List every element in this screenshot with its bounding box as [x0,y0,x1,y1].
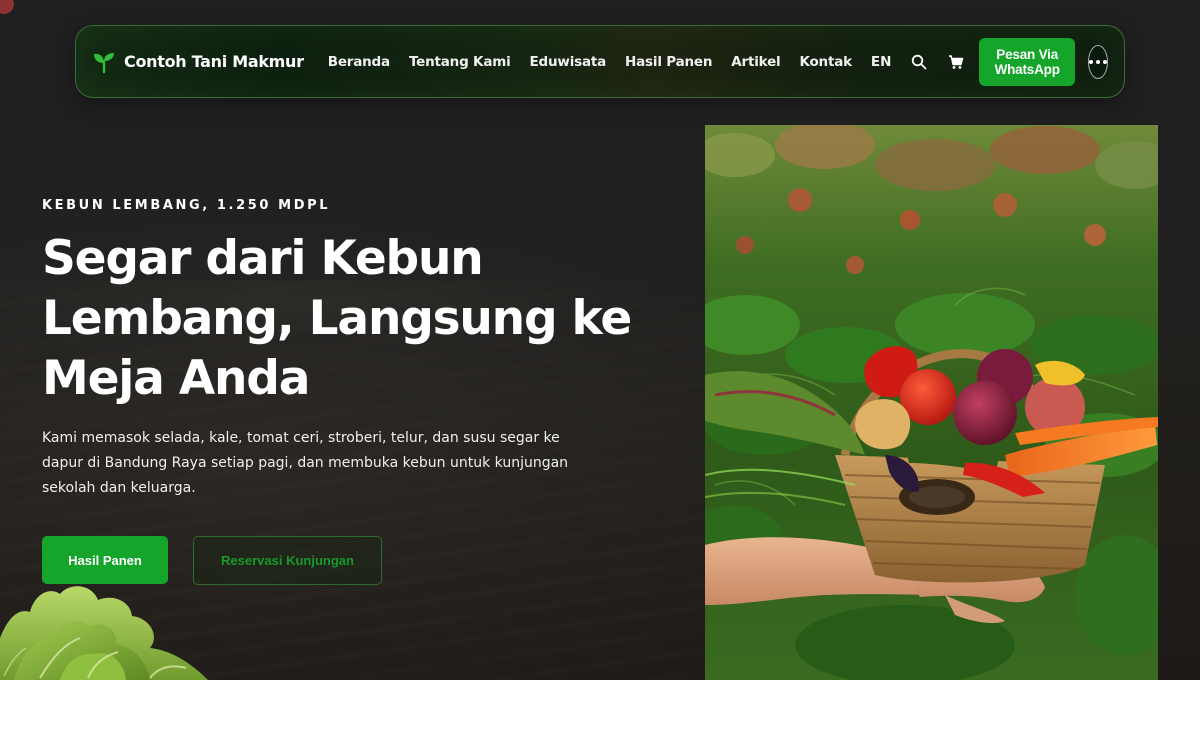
reservasi-kunjungan-button[interactable]: Reservasi Kunjungan [193,536,382,585]
more-dots-icon [1088,59,1093,64]
sprout-icon [92,50,116,74]
hero-description: Kami memasok selada, kale, tomat ceri, s… [42,430,569,496]
nav-link-beranda[interactable]: Beranda [328,54,390,70]
nav-link-eduwisata[interactable]: Eduwisata [530,54,607,70]
search-icon[interactable] [910,53,928,71]
page-below-hero [0,680,1200,750]
hero-cta-group: Hasil Panen Reservasi Kunjungan [42,536,662,585]
hero-content: KEBUN LEMBANG, 1.250 MDPL Segar dari Keb… [42,198,662,585]
more-menu-button[interactable] [1087,44,1108,79]
lettuce-illustration [0,578,215,680]
more-dot [1095,59,1100,64]
more-dot [1102,59,1107,64]
brand-logo-link[interactable]: Contoh Tani Makmur [92,50,304,74]
nav-link-artikel[interactable]: Artikel [731,54,780,70]
nav-link-tentang-kami[interactable]: Tentang Kami [409,54,511,70]
language-switch[interactable]: EN [871,54,892,70]
hero-headline: Segar dari Kebun Lembang, Langsung ke Me… [42,231,632,406]
brand-name: Contoh Tani Makmur [124,52,304,71]
whatsapp-order-button[interactable]: Pesan Via WhatsApp [979,37,1075,86]
nav-link-hasil-panen[interactable]: Hasil Panen [625,54,712,70]
hero-eyebrow: KEBUN LEMBANG, 1.250 MDPL [42,198,331,213]
corner-indicator [0,0,14,14]
hero-photo-vegetable-basket [705,125,1158,680]
main-navbar: Contoh Tani Makmur Beranda Tentang Kami … [75,25,1125,98]
nav-link-kontak[interactable]: Kontak [799,54,852,70]
hasil-panen-button[interactable]: Hasil Panen [42,536,168,584]
cart-icon[interactable] [947,53,965,71]
nav-links: Beranda Tentang Kami Eduwisata Hasil Pan… [328,53,966,71]
